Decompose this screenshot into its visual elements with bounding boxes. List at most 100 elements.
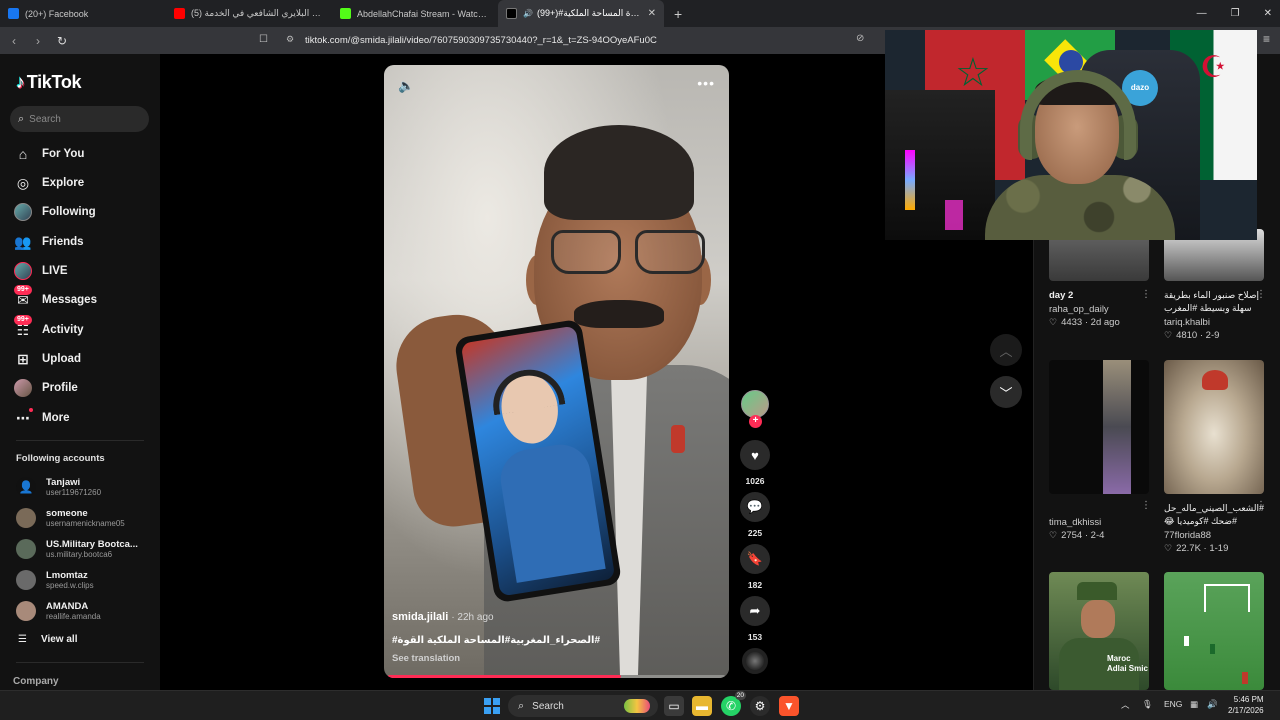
minimize-icon[interactable]: — [1197, 8, 1207, 19]
network-icon[interactable]: ▦ [1190, 699, 1198, 710]
volume-icon[interactable]: 🔈 [398, 78, 414, 94]
tab-kick[interactable]: AbdellahChafai Stream - Watch Live [332, 0, 498, 27]
sidebar-item-following[interactable]: Following [14, 202, 96, 222]
video-card[interactable]: إصلاح صنبور الماء بطريقة سهلة وبسيطة #ال… [1164, 229, 1266, 341]
heart-outline-icon: ♡ [1049, 317, 1058, 327]
list-icon: ☰ [18, 634, 27, 645]
video-card[interactable] [1164, 572, 1264, 690]
muted-icon[interactable]: ⊘ [856, 33, 864, 44]
video-card[interactable]: ⋮ tima_dkhissi ♡ 2754 · 2-4 [1049, 360, 1151, 541]
speaker-icon[interactable]: 🔊 [523, 9, 533, 18]
save-button[interactable]: 🔖 [740, 544, 770, 574]
video-author[interactable]: smida.jilali · 22h ago [392, 611, 494, 623]
share-button[interactable]: ➦ [740, 596, 770, 626]
see-translation-link[interactable]: See translation [392, 653, 460, 664]
video-card[interactable]: #الشعب_الصيني_ماله_حل #ضحك #كوميديا 😂 ⋮ … [1164, 360, 1266, 554]
new-tab-button[interactable]: + [674, 6, 682, 22]
sidebar-item-label: Profile [42, 382, 78, 394]
sidebar-item-upload[interactable]: ⊞ Upload [14, 349, 81, 369]
next-video-button[interactable]: ﹀ [990, 376, 1022, 408]
video-caption[interactable]: #الصحراء_المغربية#المساحة الملكية القوة# [392, 635, 600, 646]
video-thumbnail[interactable] [1049, 360, 1149, 494]
search-input[interactable]: ⌕ Search [10, 106, 149, 132]
card-menu-icon[interactable]: ⋮ [1141, 289, 1151, 300]
progress-bar[interactable] [388, 675, 621, 678]
card-user: 77florida88 [1164, 530, 1212, 541]
account-name: Tanjawi [46, 476, 81, 488]
card-menu-icon[interactable]: ⋮ [1256, 289, 1266, 300]
video-card[interactable]: day 2 ⋮ raha_op_daily ♡ 4433 · 2d ago [1049, 229, 1151, 328]
forward-icon[interactable]: › [28, 34, 48, 48]
microphone-icon[interactable]: 🎙 [1142, 699, 1153, 710]
reload-icon[interactable]: ↻ [52, 34, 72, 48]
video-thumbnail[interactable] [1164, 360, 1264, 494]
whatsapp-icon[interactable]: ✆ 20 [721, 691, 746, 716]
card-menu-icon[interactable]: ⋮ [1256, 500, 1266, 511]
tray-chevron-icon[interactable]: ︿ [1121, 699, 1130, 711]
restore-icon[interactable]: ❐ [1231, 8, 1240, 19]
card-menu-icon[interactable]: ⋮ [1141, 500, 1151, 511]
messages-badge: 99+ [14, 285, 32, 295]
sidebar-item-friends[interactable]: 👥 Friends [14, 232, 83, 252]
back-icon[interactable]: ‹ [4, 34, 24, 48]
browser-menu-icon[interactable]: ≡ [1263, 32, 1270, 46]
account-item[interactable]: AMANDA reallife.amanda [16, 599, 101, 623]
account-item[interactable]: 👤 Tanjawi user119671260 [16, 475, 101, 499]
volume-tray-icon[interactable]: 🔊 [1207, 699, 1218, 710]
comment-button[interactable]: 💬 [740, 492, 770, 522]
view-all-label: View all [40, 634, 78, 645]
account-item[interactable]: someone usernamenickname05 [16, 506, 125, 530]
site-info-icon[interactable]: ⚙ [286, 34, 294, 45]
card-title: إصلاح صنبور الماء بطريقة سهلة وبسيطة #ال… [1164, 290, 1260, 313]
account-item[interactable]: Lmomtaz speed.w.clips [16, 568, 94, 592]
app-icon[interactable]: ⚙ [750, 696, 770, 716]
clock[interactable]: 5:46 PM 2/17/2026 [1228, 694, 1264, 716]
mustache [574, 300, 664, 328]
search-icon: ⌕ [18, 112, 25, 125]
heart-icon: ♥ [751, 447, 759, 463]
sidebar-item-label: Upload [42, 353, 81, 365]
language-indicator[interactable]: ENG [1164, 699, 1182, 709]
tiktok-logo[interactable]: ♪ TikTok [16, 72, 82, 93]
messages-icon: ✉ 99+ [14, 285, 32, 309]
task-view-icon[interactable]: ▭ [664, 696, 684, 716]
more-options-icon[interactable]: ••• [697, 75, 715, 91]
account-item[interactable]: US.Military Bootca... us.military.bootca6 [16, 537, 138, 561]
view-all-link[interactable]: ☰ View all [18, 634, 77, 645]
tab-tiktok[interactable]: 🔊 (99+)#القوة المساحة الملكية# ✕ [498, 0, 664, 27]
music-disc-icon[interactable] [742, 648, 768, 674]
address-bar[interactable]: tiktok.com/@smida.jilali/video/760759030… [305, 35, 657, 46]
like-button[interactable]: ♥ [740, 440, 770, 470]
brave-browser-icon[interactable]: ▼ [779, 696, 799, 716]
sidebar-item-explore[interactable]: ◎ Explore [14, 173, 84, 193]
taskbar-search[interactable]: ⌕ Search [508, 695, 658, 717]
sidebar-item-activity[interactable]: ☷ 99+ Activity [14, 315, 84, 340]
close-tab-icon[interactable]: ✕ [648, 8, 656, 19]
previous-video-button[interactable]: ︿ [990, 334, 1022, 366]
tab-youtube[interactable]: (5) صاحب البلايري الشافعي في الخدمة [166, 0, 332, 27]
sidebar-item-live[interactable]: LIVE [14, 261, 68, 281]
follow-plus-button[interactable]: + [749, 415, 762, 428]
following-accounts-title: Following accounts [16, 453, 105, 464]
sidebar-item-messages[interactable]: ✉ 99+ Messages [14, 285, 97, 310]
tab-facebook[interactable]: (20+) Facebook [0, 0, 166, 27]
video-thumbnail[interactable] [1164, 572, 1264, 690]
card-date: 2d ago [1090, 317, 1120, 328]
video-thumbnail[interactable]: Maroc Adlai Smic [1049, 572, 1149, 690]
card-likes: 22.7K [1176, 543, 1201, 554]
windows-start-icon[interactable] [484, 698, 500, 714]
close-window-icon[interactable]: ✕ [1264, 8, 1272, 19]
bookmark-icon[interactable]: ☐ [259, 34, 268, 45]
video-player[interactable]: 🔈 ••• smida.jilali · 22h ago #الصحراء_ال… [384, 65, 729, 678]
sidebar-item-label: Following [42, 206, 96, 218]
clock-time: 5:46 PM [1233, 695, 1264, 704]
video-card[interactable]: Maroc Adlai Smic [1049, 572, 1149, 690]
sidebar-item-for-you[interactable]: ⌂ For You [14, 144, 85, 164]
sidebar-item-more[interactable]: ⋯ More [14, 408, 69, 428]
account-name: Lmomtaz [46, 569, 88, 581]
friends-icon: 👥 [14, 233, 32, 250]
file-explorer-icon[interactable]: ▬ [692, 696, 712, 716]
sidebar-item-profile[interactable]: Profile [14, 378, 78, 398]
creator-avatar[interactable] [741, 390, 769, 418]
company-link[interactable]: Company [13, 676, 59, 687]
